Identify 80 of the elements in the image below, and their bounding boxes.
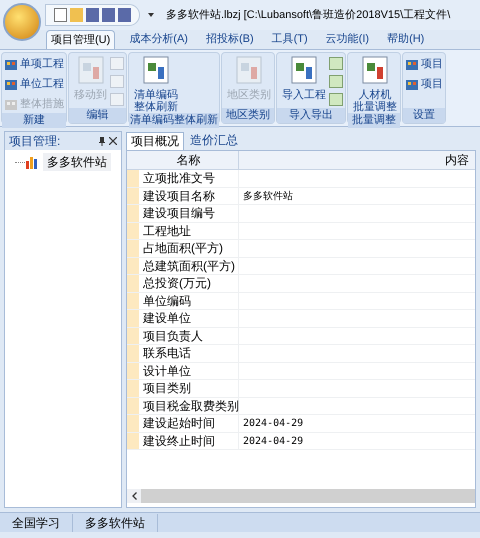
row-header xyxy=(127,310,139,326)
window-title: 多多软件站.lbzj [C:\Lubansoft\鲁班造价2018V15\工程文件\ xyxy=(166,8,450,23)
building-icon xyxy=(4,57,18,71)
menu-tab[interactable]: 项目管理(U) xyxy=(46,30,116,49)
table-cell: 设计单位 xyxy=(139,362,239,379)
ribbon-small-icon[interactable] xyxy=(329,93,343,106)
ribbon-group-label: 设置 xyxy=(403,108,445,123)
menu-tab[interactable]: 招投标(B) xyxy=(202,30,258,49)
building-icon xyxy=(4,77,18,91)
document-tab[interactable]: 造价汇总 xyxy=(186,132,242,150)
table-cell: 项目税金取费类别 xyxy=(139,398,239,414)
column-header[interactable]: 内容 xyxy=(239,151,475,169)
ribbon-group-label: 新建 xyxy=(2,113,66,128)
table-cell-text: 多多软件站 xyxy=(242,190,294,204)
row-header xyxy=(127,170,139,186)
app-logo-icon[interactable] xyxy=(3,3,41,41)
row-header xyxy=(127,240,139,256)
toolbar-file-icon[interactable] xyxy=(54,8,67,22)
ribbon-group-label: 清单编码整体刷新 xyxy=(129,113,219,128)
ribbon-button[interactable]: 项目 xyxy=(405,75,443,93)
table-cell: 单位编码 xyxy=(139,292,239,309)
building-icon xyxy=(405,57,419,71)
dropdown-caret-icon[interactable] xyxy=(148,13,154,17)
row-header xyxy=(127,258,139,274)
table-cell: 项目类别 xyxy=(139,380,239,396)
row-header xyxy=(127,415,139,432)
table-cell: 建设终止时间 xyxy=(139,432,239,449)
ribbon-large-button[interactable]: 清单编码 整体刷新 xyxy=(133,55,179,113)
table-cell-text: 2024-04-29 xyxy=(242,417,304,431)
ribbon-small-icon[interactable] xyxy=(329,75,343,88)
table-cell-text: 2024-04-29 xyxy=(242,434,304,448)
ribbon-group-label: 编辑 xyxy=(69,108,126,123)
table-cell: 立项批准文号 xyxy=(139,170,239,186)
row-header xyxy=(127,380,139,396)
ribbon-small-icon[interactable] xyxy=(329,57,343,70)
ribbon-button[interactable]: 单项工程 xyxy=(4,55,64,73)
close-icon[interactable] xyxy=(109,137,117,145)
row-header xyxy=(127,205,139,222)
table-cell: 占地面积(平方) xyxy=(139,240,239,256)
table-cell: 总投资(万元) xyxy=(139,275,239,292)
menu-tab[interactable]: 成本分析(A) xyxy=(125,30,192,49)
pin-icon[interactable] xyxy=(99,136,105,146)
column-header[interactable]: 名称 xyxy=(139,151,239,169)
table-cell: 总建筑面积(平方) xyxy=(139,258,239,274)
table-cell: 联系电话 xyxy=(139,345,239,362)
row-header xyxy=(127,398,139,414)
ribbon-group-label: 批量调整 xyxy=(348,113,400,128)
ribbon-button[interactable]: 单位工程 xyxy=(4,75,64,93)
ribbon-large-button[interactable]: 导入工程 xyxy=(281,55,327,101)
table-cell: 建设项目名称 xyxy=(139,188,239,204)
status-text: 多多软件站 xyxy=(73,514,158,532)
row-header xyxy=(127,222,139,239)
table-cell: 建设起始时间 xyxy=(139,415,239,432)
row-header xyxy=(127,328,139,344)
menu-tab[interactable]: 云功能(I) xyxy=(322,30,374,49)
bar-chart-icon xyxy=(25,155,39,169)
document-tab[interactable]: 项目概况 xyxy=(126,132,184,150)
ribbon-group-label: 地区类别 xyxy=(222,108,274,123)
row-header xyxy=(127,345,139,362)
ribbon-large-button[interactable]: 人材机 批量调整 xyxy=(352,55,398,113)
row-header xyxy=(127,432,139,449)
table-cell: 建设单位 xyxy=(139,310,239,326)
horizontal-scrollbar[interactable] xyxy=(127,489,475,503)
row-header xyxy=(127,292,139,309)
table-cell: 建设项目编号 xyxy=(139,205,239,222)
building-icon xyxy=(405,77,419,91)
menu-tab[interactable]: 工具(T) xyxy=(268,30,312,49)
row-header xyxy=(127,275,139,292)
ribbon-button[interactable]: 项目 xyxy=(405,55,443,73)
scroll-left-icon[interactable] xyxy=(132,492,136,500)
row-header xyxy=(127,188,139,204)
ribbon-group-label: 导入导出 xyxy=(277,108,345,123)
building-icon xyxy=(4,97,18,111)
panel-title: 项目管理: xyxy=(9,133,62,150)
table-cell: 项目负责人 xyxy=(139,328,239,344)
table-cell: 工程地址 xyxy=(139,222,239,239)
row-header xyxy=(127,362,139,379)
status-text: 全国学习 xyxy=(0,514,73,532)
tree-item[interactable]: 多多软件站 xyxy=(43,153,111,171)
menu-tab[interactable]: 帮助(H) xyxy=(383,30,428,49)
